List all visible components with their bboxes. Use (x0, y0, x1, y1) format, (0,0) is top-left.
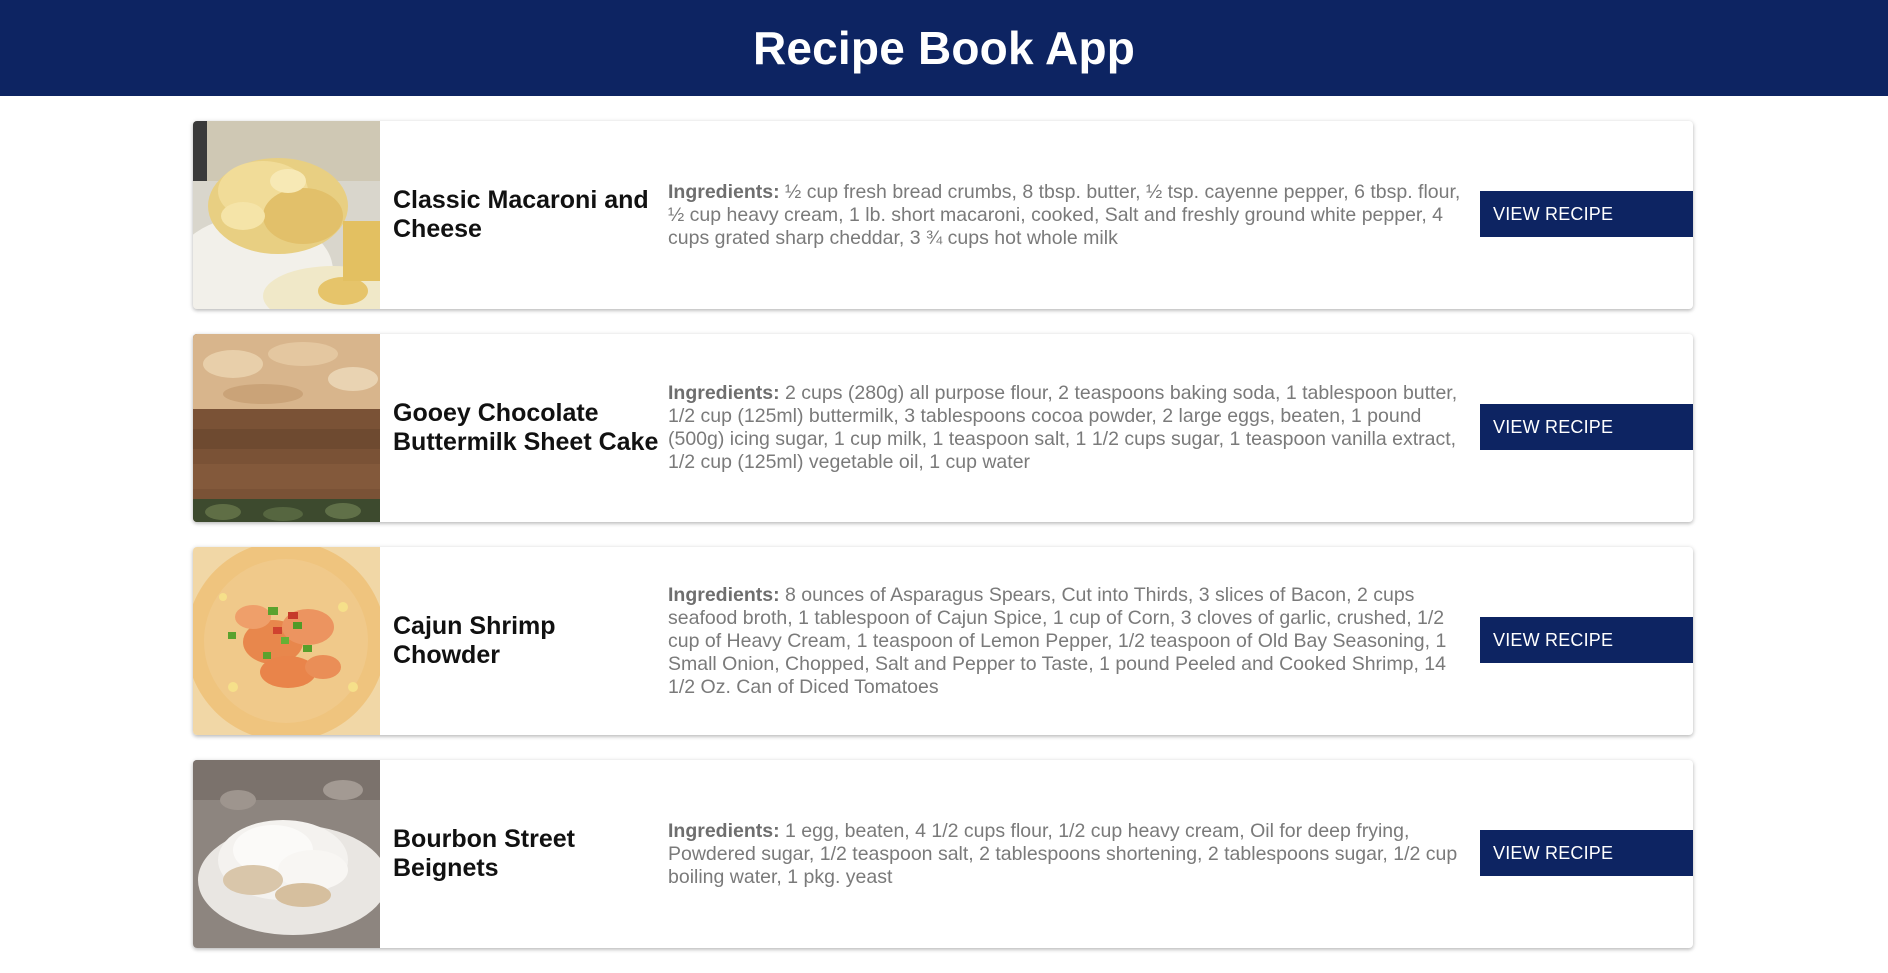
recipe-title: Gooey Chocolate Buttermilk Sheet Cake (393, 399, 659, 456)
recipe-title: Cajun Shrimp Chowder (393, 612, 556, 669)
ingredients-text: 8 ounces of Asparagus Spears, Cut into T… (668, 583, 1447, 698)
recipe-image (193, 121, 380, 309)
ingredients-label: Ingredients: (668, 180, 780, 203)
ingredients-label: Ingredients: (668, 583, 780, 606)
recipe-ingredients: Ingredients: 1 egg, beaten, 4 1/2 cups f… (668, 760, 1476, 948)
ingredients-label: Ingredients: (668, 819, 780, 842)
recipe-card: Cajun Shrimp Chowder Ingredients: 8 ounc… (193, 547, 1693, 735)
recipe-ingredients: Ingredients: ½ cup fresh bread crumbs, 8… (668, 121, 1476, 309)
recipe-image (193, 760, 380, 948)
view-recipe-button[interactable]: VIEW RECIPE (1480, 191, 1693, 237)
beignets-photo (193, 760, 380, 948)
app-header: Recipe Book App (0, 0, 1888, 96)
recipe-title: Classic Macaroni and Cheese (393, 186, 649, 243)
ingredients-text: ½ cup fresh bread crumbs, 8 tbsp. butter… (668, 180, 1461, 249)
ingredients-label: Ingredients: (668, 382, 780, 404)
recipe-list: Classic Macaroni and Cheese Ingredients:… (193, 121, 1693, 973)
recipe-title: Bourbon Street Beignets (393, 825, 575, 882)
recipe-ingredients: Ingredients: 8 ounces of Asparagus Spear… (668, 547, 1476, 735)
recipe-card: Classic Macaroni and Cheese Ingredients:… (193, 121, 1693, 309)
shrimp-chowder-photo (193, 547, 380, 735)
recipe-card: Gooey Chocolate Buttermilk Sheet Cake In… (193, 334, 1693, 522)
recipe-image (193, 334, 380, 522)
macaroni-and-cheese-photo (193, 121, 380, 309)
recipe-card: Bourbon Street Beignets Ingredients: 1 e… (193, 760, 1693, 948)
app-title: Recipe Book App (752, 22, 1136, 74)
ingredients-text: 2 cups (280g) all purpose flour, 2 teasp… (668, 382, 1458, 473)
view-recipe-button[interactable]: VIEW RECIPE (1480, 404, 1693, 450)
ingredients-text: 1 egg, beaten, 4 1/2 cups flour, 1/2 cup… (668, 819, 1458, 888)
view-recipe-button[interactable]: VIEW RECIPE (1480, 830, 1693, 876)
chocolate-sheet-cake-photo (193, 334, 380, 522)
recipe-ingredients: Ingredients: 2 cups (280g) all purpose f… (668, 334, 1476, 522)
recipe-image (193, 547, 380, 735)
view-recipe-button[interactable]: VIEW RECIPE (1480, 617, 1693, 663)
